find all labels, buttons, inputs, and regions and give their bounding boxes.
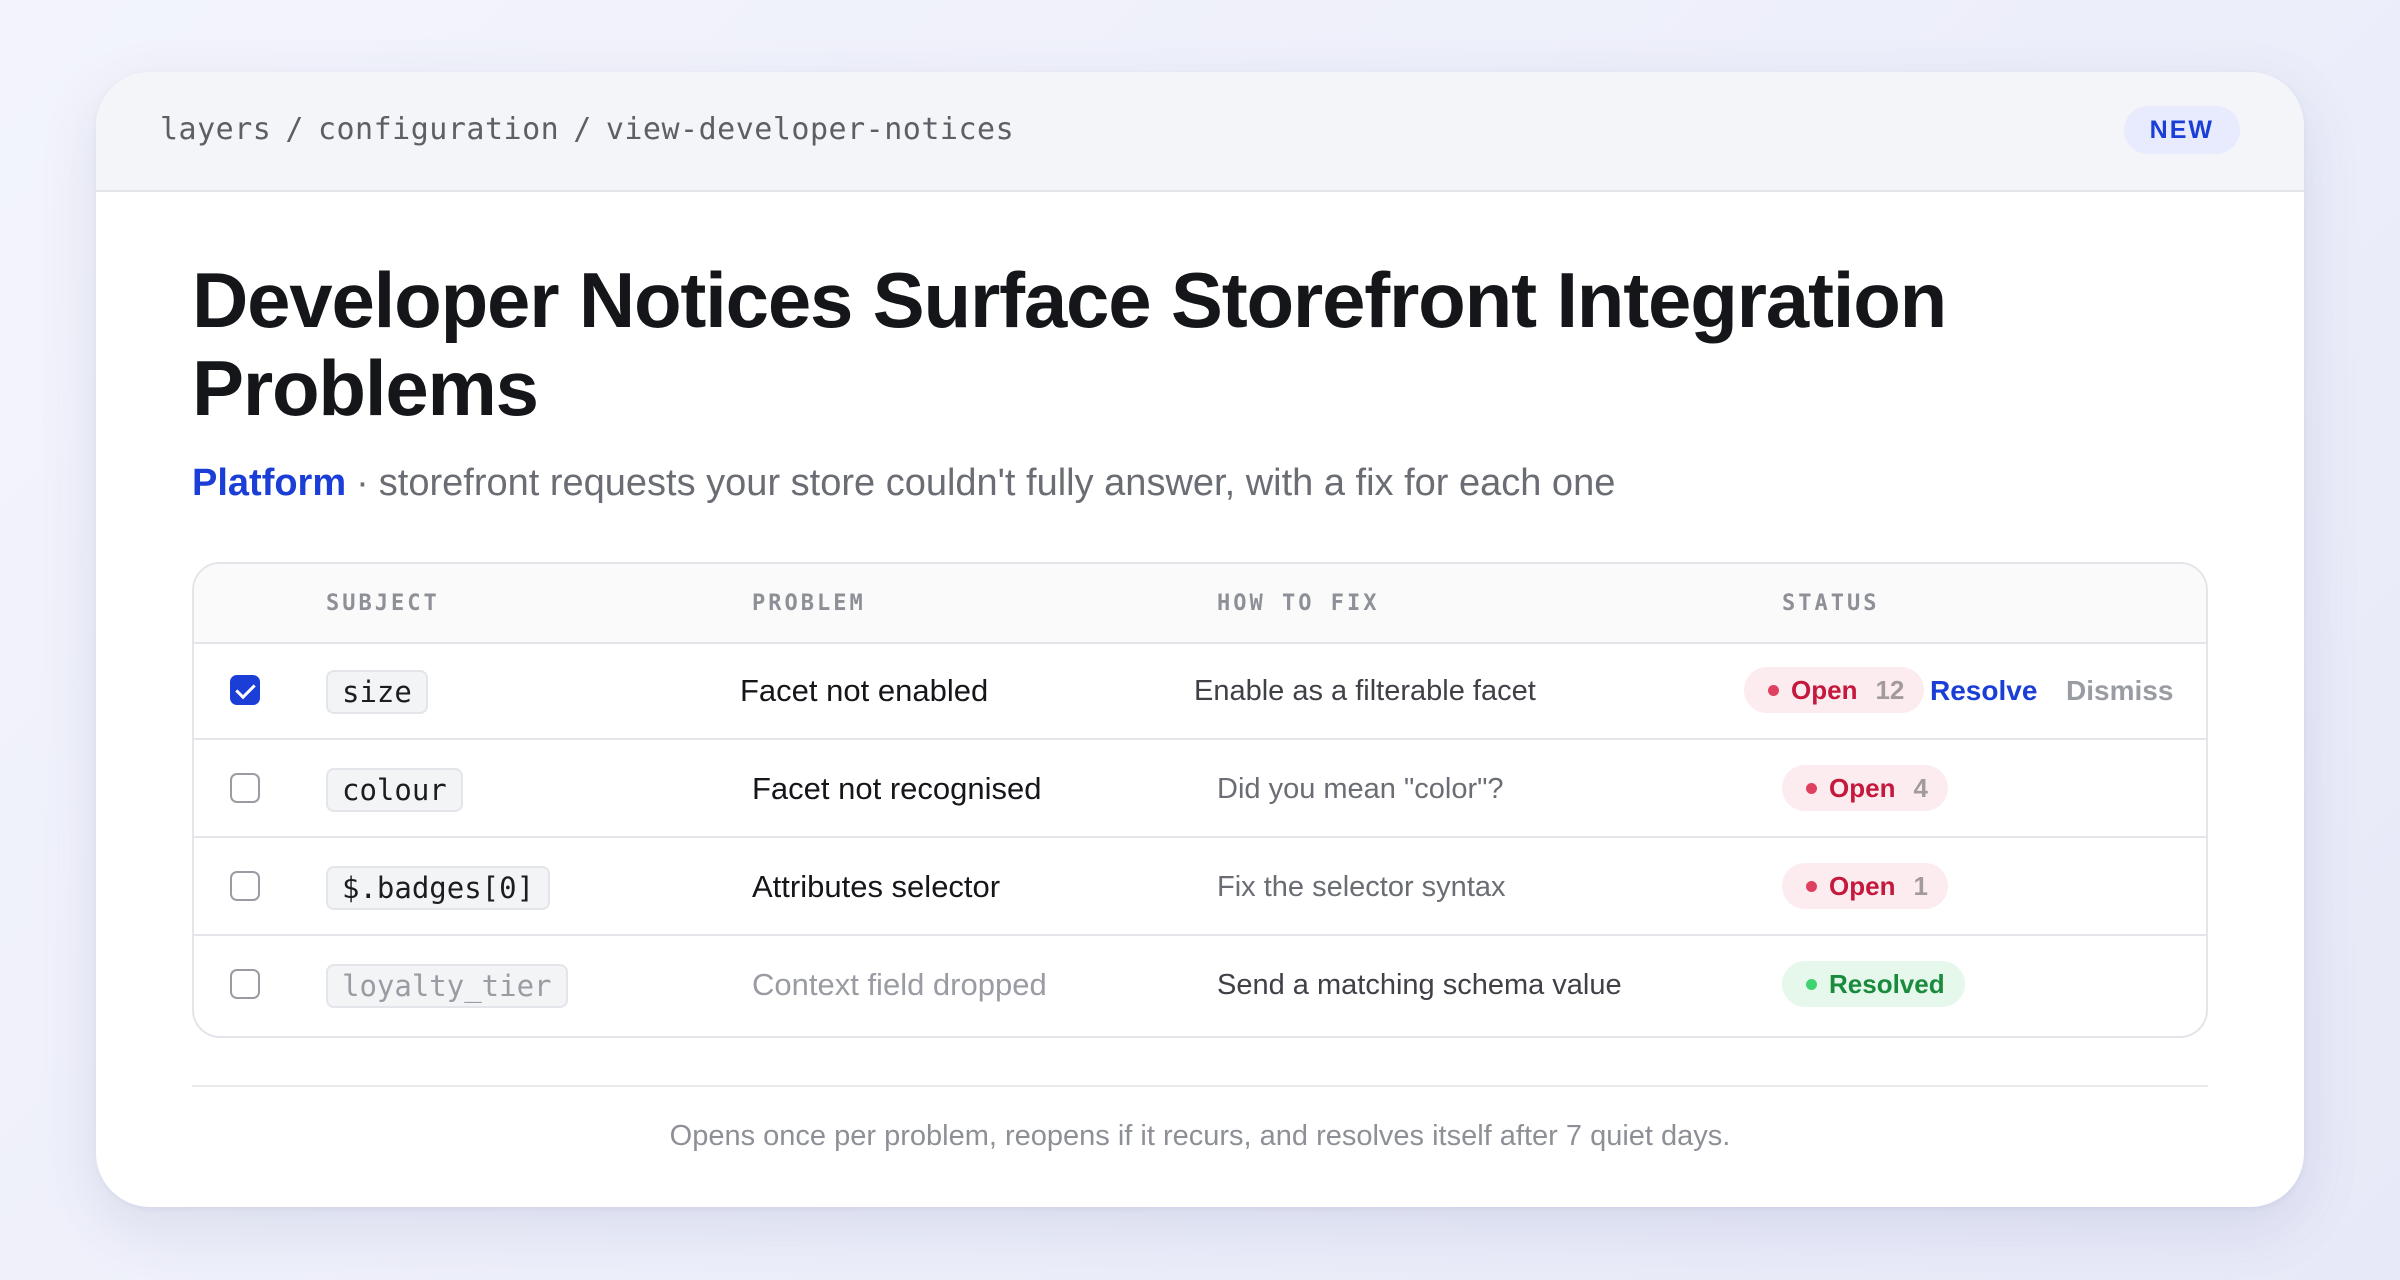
row-checkbox[interactable] xyxy=(230,969,260,999)
column-header-subject: SUBJECT xyxy=(326,591,440,616)
fix-text: Enable as a filterable facet xyxy=(1194,675,1536,707)
subtitle-text: storefront requests your store couldn't … xyxy=(378,462,1616,504)
breadcrumb: layers / configuration / view-developer-noti… xyxy=(160,112,1014,147)
occurrence-count: 1 xyxy=(1913,871,1928,901)
top-bar: layers / configuration / view-developer-noti… xyxy=(96,72,2304,192)
row-checkbox[interactable] xyxy=(230,773,260,803)
occurrence-count: 12 xyxy=(1875,675,1905,705)
notices-table: SUBJECT PROBLEM HOW TO FIX STATUS size F… xyxy=(192,562,2208,1038)
row-checkbox[interactable] xyxy=(230,675,260,705)
column-header-fix: HOW TO FIX xyxy=(1217,591,1380,616)
table-header: SUBJECT PROBLEM HOW TO FIX STATUS xyxy=(194,564,2206,644)
status-label: Resolved xyxy=(1829,969,1945,999)
subject-code: loyalty_tier xyxy=(326,964,568,1008)
status-label: Open xyxy=(1829,871,1896,901)
subject-code: colour xyxy=(326,768,463,812)
status-badge: Resolved xyxy=(1782,961,1965,1007)
status-label: Open xyxy=(1829,773,1896,803)
dismiss-button[interactable]: Dismiss xyxy=(2066,675,2173,707)
page-title: Developer Notices Surface Storefront Int… xyxy=(192,256,1947,432)
table-row[interactable]: loyalty_tier Context field dropped Send … xyxy=(194,936,2206,1034)
breadcrumb-separator: / xyxy=(573,112,592,147)
resolve-button[interactable]: Resolve xyxy=(1930,675,2037,707)
status-dot-icon xyxy=(1768,685,1779,696)
footer-note: Opens once per problem, reopens if it re… xyxy=(669,1120,1731,1152)
problem-text: Facet not recognised xyxy=(752,771,1042,806)
row-checkbox[interactable] xyxy=(230,871,260,901)
status-badge: Open 4 xyxy=(1782,765,1948,811)
breadcrumb-item-configuration[interactable]: configuration xyxy=(318,112,559,147)
breadcrumb-item-layers[interactable]: layers xyxy=(160,112,271,147)
table-row[interactable]: $.badges[0] Attributes selector Fix the … xyxy=(194,838,2206,936)
fix-text: Did you mean "color"? xyxy=(1217,773,1504,805)
status-badge: Open 12 xyxy=(1744,667,1925,713)
column-header-problem: PROBLEM xyxy=(752,591,866,616)
status-badge: Open 1 xyxy=(1782,863,1948,909)
notice-card: layers / configuration / view-developer-noti… xyxy=(96,72,2304,1207)
table-row[interactable]: size Facet not enabled Enable as a filte… xyxy=(194,642,2206,740)
category-link[interactable]: Platform xyxy=(192,462,346,504)
subject-code: size xyxy=(326,670,428,714)
problem-text: Context field dropped xyxy=(752,967,1047,1002)
fix-text: Fix the selector syntax xyxy=(1217,871,1506,903)
column-header-status: STATUS xyxy=(1782,591,1880,616)
breadcrumb-item-current: view-developer-notices xyxy=(605,112,1015,147)
footer-divider xyxy=(192,1085,2208,1087)
status-dot-icon xyxy=(1806,979,1817,990)
fix-text: Send a matching schema value xyxy=(1217,969,1622,1001)
status-dot-icon xyxy=(1806,881,1817,892)
subject-code: $.badges[0] xyxy=(326,866,551,910)
new-badge: NEW xyxy=(2123,106,2240,154)
status-dot-icon xyxy=(1806,783,1817,794)
status-label: Open xyxy=(1791,675,1858,705)
page-subtitle: Platform · storefront requests your store … xyxy=(192,462,1615,505)
subtitle-separator: · xyxy=(356,462,369,504)
occurrence-count: 4 xyxy=(1913,773,1928,803)
problem-text: Attributes selector xyxy=(752,869,1001,904)
table-row[interactable]: colour Facet not recognised Did you mean… xyxy=(194,740,2206,838)
problem-text: Facet not enabled xyxy=(740,673,989,708)
breadcrumb-separator: / xyxy=(285,112,304,147)
